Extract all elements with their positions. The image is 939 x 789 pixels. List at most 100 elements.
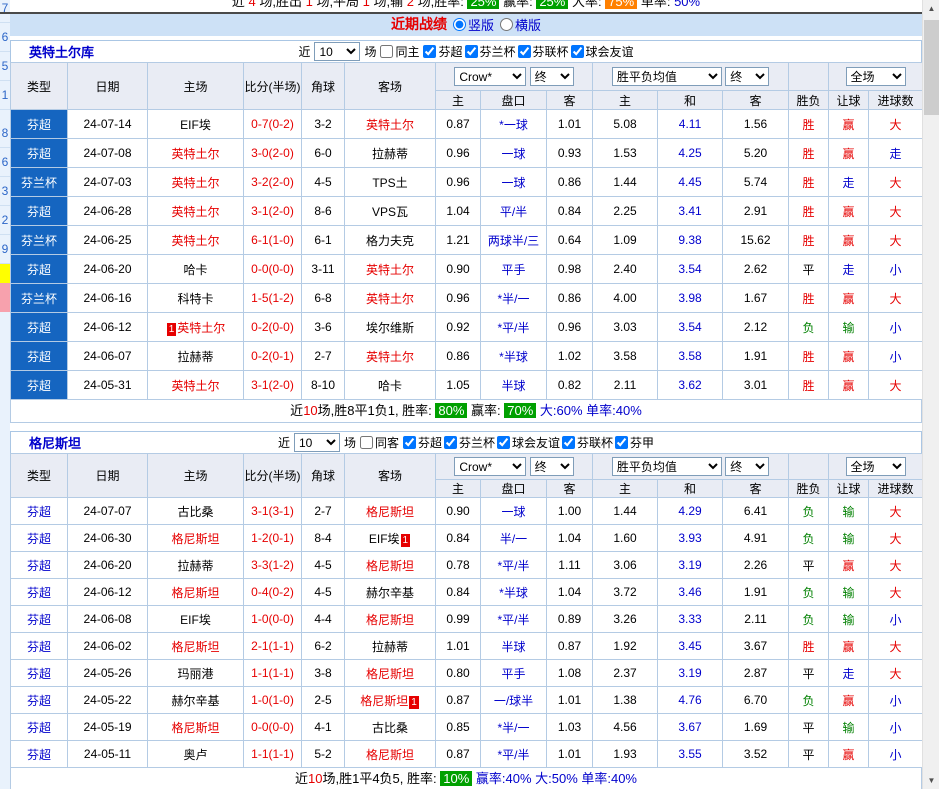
- same-venue-filter[interactable]: 同主: [380, 43, 419, 60]
- vertical-scrollbar[interactable]: ▲ ▼: [922, 0, 939, 789]
- odds-company-select[interactable]: Crow*: [454, 67, 527, 86]
- away-team-cell[interactable]: 拉赫蒂: [344, 138, 436, 168]
- avg-final-select[interactable]: 终: [725, 457, 770, 476]
- home-team-cell[interactable]: EIF埃: [147, 109, 244, 139]
- away-team-name[interactable]: 埃尔维斯: [366, 321, 414, 335]
- home-team-name[interactable]: 古比桑: [177, 505, 213, 519]
- odds-company-select[interactable]: Crow*: [454, 457, 527, 476]
- league-filter[interactable]: 芬甲: [615, 434, 654, 451]
- away-team-name[interactable]: 格尼斯坦: [366, 613, 414, 627]
- home-team-name[interactable]: 英特土尔: [171, 147, 219, 161]
- layout-horizontal-option[interactable]: 横版: [500, 15, 541, 34]
- vertical-radio[interactable]: [452, 17, 466, 31]
- home-team-name[interactable]: 格尼斯坦: [171, 586, 219, 600]
- home-team-cell[interactable]: 奥卢: [147, 740, 244, 768]
- away-team-name[interactable]: 格尼斯坦: [360, 694, 408, 708]
- score-cell[interactable]: 0-0(0-0): [243, 254, 302, 284]
- home-team-cell[interactable]: 英特土尔: [147, 370, 244, 400]
- league-checkbox[interactable]: [464, 45, 478, 58]
- away-team-name[interactable]: 格尼斯坦: [366, 667, 414, 681]
- away-team-name[interactable]: 格尼斯坦: [366, 559, 414, 573]
- away-team-cell[interactable]: 格尼斯坦: [344, 497, 436, 525]
- home-team-name[interactable]: 哈卡: [183, 263, 207, 277]
- avg-odds-select[interactable]: 胜平负均值: [611, 457, 722, 476]
- score-cell[interactable]: 1-1(1-1): [243, 740, 302, 768]
- home-team-cell[interactable]: EIF埃: [147, 605, 244, 633]
- away-team-cell[interactable]: 格尼斯坦: [344, 551, 436, 579]
- away-team-cell[interactable]: 英特土尔: [344, 109, 436, 139]
- league-filter[interactable]: 芬联杯: [562, 434, 613, 451]
- home-team-name[interactable]: 格尼斯坦: [171, 640, 219, 654]
- score-cell[interactable]: 3-1(3-1): [243, 497, 302, 525]
- score-cell[interactable]: 0-7(0-2): [243, 109, 302, 139]
- league-checkbox[interactable]: [423, 45, 437, 58]
- away-team-cell[interactable]: EIF埃 1: [344, 524, 436, 552]
- league-checkbox[interactable]: [615, 436, 629, 449]
- league-checkbox[interactable]: [570, 45, 584, 58]
- away-team-cell[interactable]: 格尼斯坦: [344, 605, 436, 633]
- score-cell[interactable]: 6-1(1-0): [243, 225, 302, 255]
- away-team-name[interactable]: 拉赫蒂: [372, 147, 408, 161]
- home-team-name[interactable]: 英特土尔: [171, 176, 219, 190]
- home-team-name[interactable]: 拉赫蒂: [177, 350, 213, 364]
- score-cell[interactable]: 1-0(1-0): [243, 686, 302, 714]
- away-team-name[interactable]: TPS土: [372, 176, 407, 190]
- away-team-cell[interactable]: 格尼斯坦: [344, 659, 436, 687]
- home-team-name[interactable]: 英特土尔: [177, 321, 225, 335]
- same-venue-checkbox[interactable]: [380, 45, 394, 58]
- home-team-name[interactable]: EIF埃: [180, 613, 211, 627]
- away-team-cell[interactable]: VPS瓦: [344, 196, 436, 226]
- score-cell[interactable]: 1-5(1-2): [243, 283, 302, 313]
- score-cell[interactable]: 0-4(0-2): [243, 578, 302, 606]
- home-team-name[interactable]: 赫尔辛基: [171, 694, 219, 708]
- score-cell[interactable]: 0-0(0-0): [243, 713, 302, 741]
- away-team-cell[interactable]: 英特土尔: [344, 254, 436, 284]
- league-filter[interactable]: 芬兰杯: [444, 434, 495, 451]
- away-team-cell[interactable]: TPS土: [344, 167, 436, 197]
- home-team-name[interactable]: 英特土尔: [171, 205, 219, 219]
- away-team-cell[interactable]: 格尼斯坦 1: [344, 686, 436, 714]
- away-team-name[interactable]: 拉赫蒂: [372, 640, 408, 654]
- league-checkbox[interactable]: [517, 45, 531, 58]
- league-checkbox[interactable]: [562, 436, 576, 449]
- away-team-name[interactable]: 格力夫克: [366, 234, 414, 248]
- away-team-name[interactable]: 英特土尔: [366, 292, 414, 306]
- home-team-name[interactable]: 奥卢: [183, 748, 207, 762]
- fulltime-select[interactable]: 全场: [845, 457, 906, 476]
- home-team-name[interactable]: 拉赫蒂: [177, 559, 213, 573]
- home-team-name[interactable]: 科特卡: [177, 292, 213, 306]
- home-team-cell[interactable]: 科特卡: [147, 283, 244, 313]
- home-team-cell[interactable]: 拉赫蒂: [147, 551, 244, 579]
- score-cell[interactable]: 2-1(1-1): [243, 632, 302, 660]
- score-cell[interactable]: 0-2(0-0): [243, 312, 302, 342]
- home-team-cell[interactable]: 玛丽港: [147, 659, 244, 687]
- home-team-cell[interactable]: 格尼斯坦: [147, 632, 244, 660]
- scroll-up-icon[interactable]: ▲: [923, 0, 939, 17]
- league-filter[interactable]: 芬兰杯: [464, 43, 516, 60]
- scroll-down-icon[interactable]: ▼: [923, 772, 939, 789]
- odds-final-select[interactable]: 终: [529, 457, 574, 476]
- away-team-name[interactable]: EIF埃: [369, 532, 400, 546]
- league-checkbox[interactable]: [444, 436, 457, 449]
- avg-final-select[interactable]: 终: [725, 67, 770, 86]
- score-cell[interactable]: 3-2(2-0): [243, 167, 302, 197]
- home-team-name[interactable]: 格尼斯坦: [171, 532, 219, 546]
- home-team-name[interactable]: EIF埃: [180, 118, 211, 132]
- same-venue-checkbox[interactable]: [359, 436, 373, 449]
- home-team-name[interactable]: 英特土尔: [171, 234, 219, 248]
- home-team-cell[interactable]: 格尼斯坦: [147, 713, 244, 741]
- away-team-cell[interactable]: 英特土尔: [344, 341, 436, 371]
- away-team-name[interactable]: 格尼斯坦: [366, 748, 414, 762]
- away-team-name[interactable]: 英特土尔: [366, 350, 414, 364]
- away-team-name[interactable]: 格尼斯坦: [366, 505, 414, 519]
- home-team-name[interactable]: 格尼斯坦: [171, 721, 219, 735]
- home-team-cell[interactable]: 英特土尔: [147, 138, 244, 168]
- away-team-cell[interactable]: 赫尔辛基: [344, 578, 436, 606]
- home-team-cell[interactable]: 格尼斯坦: [147, 578, 244, 606]
- match-count-select[interactable]: 10: [314, 42, 361, 61]
- match-count-select[interactable]: 10: [293, 433, 340, 452]
- away-team-name[interactable]: 赫尔辛基: [366, 586, 414, 600]
- home-team-cell[interactable]: 赫尔辛基: [147, 686, 244, 714]
- score-cell[interactable]: 1-2(0-1): [243, 524, 302, 552]
- away-team-cell[interactable]: 格尼斯坦: [344, 740, 436, 768]
